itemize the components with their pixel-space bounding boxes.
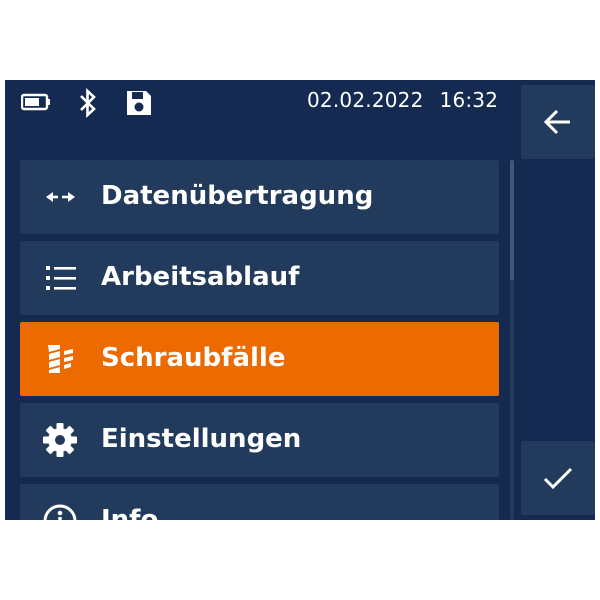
info-icon [40, 503, 80, 520]
menu-item-datenuebertragung[interactable]: Datenübertragung [20, 160, 499, 234]
confirm-button[interactable] [521, 441, 595, 515]
menu-item-schraubfaelle[interactable]: Schraubfälle [20, 322, 499, 396]
menu-item-label: Datenübertragung [101, 181, 374, 211]
menu-item-label: Einstellungen [101, 424, 302, 454]
date-time-display: 02.02.2022 16:32 [307, 88, 498, 112]
status-bar: 02.02.2022 16:32 [5, 80, 515, 122]
device-screen: 02.02.2022 16:32 Datenübertragung Arbeit… [5, 80, 595, 520]
gear-icon [40, 422, 80, 458]
screw-thread-icon [40, 341, 80, 377]
menu-item-label: Schraubfälle [101, 343, 286, 373]
bluetooth-icon [77, 88, 99, 122]
menu-item-label: Info [101, 505, 159, 520]
back-button[interactable] [521, 85, 595, 159]
save-icon [124, 88, 154, 122]
scrollbar-thumb[interactable] [510, 160, 514, 280]
menu-item-label: Arbeitsablauf [101, 262, 300, 292]
time-text: 16:32 [439, 88, 499, 112]
menu-scrollbar[interactable] [510, 160, 514, 520]
battery-icon [20, 93, 51, 115]
date-text: 02.02.2022 [307, 88, 424, 112]
list-icon [40, 260, 80, 296]
transfer-arrows-icon [40, 179, 80, 215]
menu-item-einstellungen[interactable]: Einstellungen [20, 403, 499, 477]
menu-item-arbeitsablauf[interactable]: Arbeitsablauf [20, 241, 499, 315]
menu-item-info[interactable]: Info [20, 484, 499, 520]
